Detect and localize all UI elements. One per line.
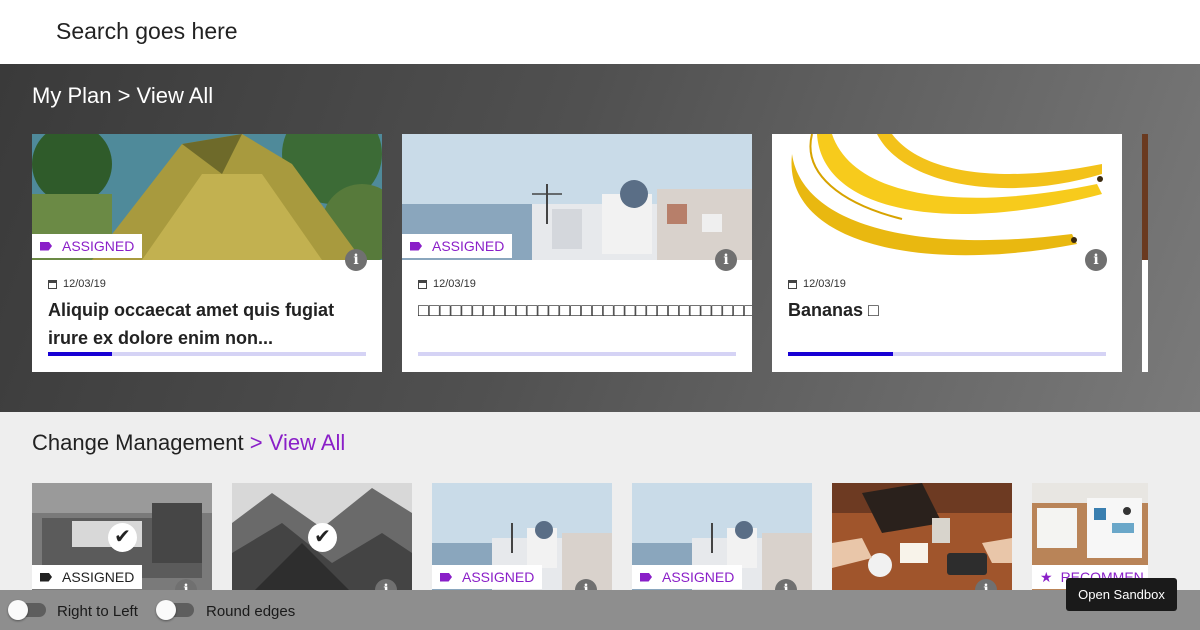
change-management-heading: Change Management > View All <box>32 430 346 455</box>
assigned-tag: ASSIGNED <box>632 565 743 589</box>
progress-bar <box>48 352 366 356</box>
rtl-toggle[interactable] <box>8 600 46 620</box>
info-icon[interactable]: i <box>1085 249 1107 271</box>
plan-card[interactable]: i 12/03/19 Bananas □ <box>772 134 1122 372</box>
progress-bar <box>418 352 736 356</box>
toggle-knob[interactable] <box>156 600 176 620</box>
card-image-partial <box>1142 134 1148 260</box>
assigned-tag: ASSIGNED <box>32 234 143 258</box>
progress-bar <box>788 352 1106 356</box>
checkmark-icon: ✔ <box>308 523 337 552</box>
plan-card[interactable]: ASSIGNED i 12/03/19 Aliquip occaecat ame… <box>32 134 382 372</box>
open-sandbox-button[interactable]: Open Sandbox <box>1066 578 1177 611</box>
bottom-controls-bar: Right to Left Round edges <box>0 590 1200 630</box>
calendar-icon <box>48 279 57 289</box>
view-all-link[interactable]: > View All <box>250 430 346 455</box>
card-image-bananas <box>772 134 1122 260</box>
my-plan-heading[interactable]: My Plan > View All <box>32 83 213 109</box>
round-edges-toggle[interactable] <box>156 600 194 620</box>
card-date: 12/03/19 <box>48 278 106 290</box>
round-edges-label: Round edges <box>206 603 296 620</box>
tag-icon <box>410 241 422 251</box>
tag-icon <box>40 572 52 582</box>
search-bar[interactable]: Search goes here <box>0 0 1200 64</box>
card-title[interactable]: Aliquip occaecat amet quis fugiat irure … <box>48 296 368 352</box>
calendar-icon <box>788 279 797 289</box>
info-icon[interactable]: i <box>715 249 737 271</box>
star-icon: ★ <box>1040 568 1053 585</box>
plan-card[interactable]: ASSIGNED i 12/03/19 □□□□□□□□□□□□□□□□□□□□… <box>402 134 752 372</box>
cm-card[interactable]: ASSIGNED i <box>432 483 612 593</box>
card-title[interactable]: Bananas □ <box>788 296 1108 324</box>
card-date: 12/03/19 <box>788 278 846 290</box>
cm-card[interactable]: i <box>832 483 1012 593</box>
tag-icon <box>40 241 52 251</box>
card-image-desk-people <box>832 483 1012 593</box>
search-input[interactable]: Search goes here <box>56 18 238 45</box>
checkmark-icon: ✔ <box>108 523 137 552</box>
cm-card[interactable]: ASSIGNED i <box>632 483 812 593</box>
assigned-tag: ASSIGNED <box>32 565 143 589</box>
card-date: 12/03/19 <box>418 278 476 290</box>
assigned-tag: ASSIGNED <box>432 565 543 589</box>
my-plan-section: My Plan > View All ASSIGNED i 12/03/19 A… <box>0 64 1200 412</box>
info-icon[interactable]: i <box>345 249 367 271</box>
rtl-label: Right to Left <box>57 603 138 620</box>
progress-fill <box>788 352 893 356</box>
cm-card[interactable]: ★ RECOMMEN <box>1032 483 1148 593</box>
calendar-icon <box>418 279 427 289</box>
tag-icon <box>640 572 652 582</box>
cm-card[interactable]: ✔ ASSIGNED i <box>32 483 212 593</box>
plan-card-partial[interactable] <box>1142 134 1148 372</box>
tag-icon <box>440 572 452 582</box>
progress-fill <box>48 352 112 356</box>
cm-card[interactable]: ✔ i <box>232 483 412 593</box>
assigned-tag: ASSIGNED <box>402 234 513 258</box>
toggle-knob[interactable] <box>8 600 28 620</box>
card-title[interactable]: □□□□□□□□□□□□□□□□□□□□□□□□□□□□□□□ <box>418 296 752 324</box>
